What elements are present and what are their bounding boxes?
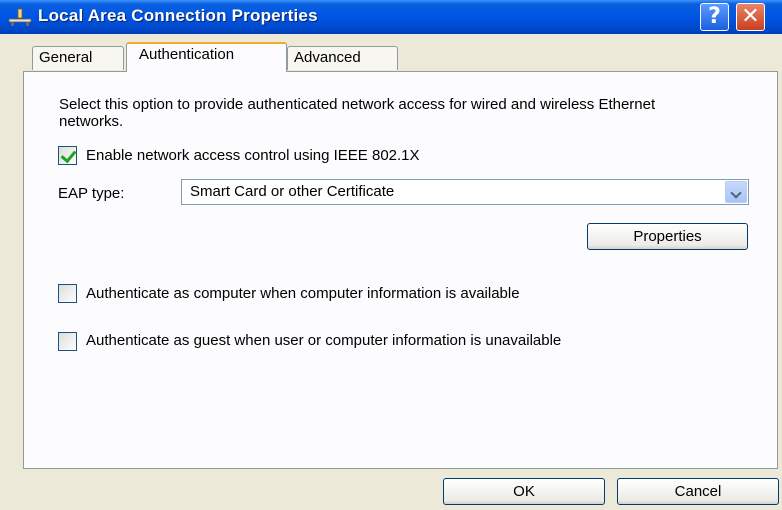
chevron-down-icon[interactable] <box>725 181 747 203</box>
ok-button[interactable]: OK <box>443 478 605 505</box>
properties-dialog: Local Area Connection Properties ? ✕ Gen… <box>0 0 782 510</box>
description-text: Select this option to provide authentica… <box>59 96 656 130</box>
auth-as-computer-checkbox[interactable] <box>58 284 77 303</box>
window-title: Local Area Connection Properties <box>38 6 318 25</box>
auth-as-computer-label: Authenticate as computer when computer i… <box>86 285 520 302</box>
title-bar[interactable]: Local Area Connection Properties ? ✕ <box>0 0 782 34</box>
enable-8021x-checkbox[interactable] <box>58 146 77 165</box>
eap-type-label: EAP type: <box>58 185 125 202</box>
cancel-button[interactable]: Cancel <box>617 478 779 505</box>
enable-8021x-label: Enable network access control using IEEE… <box>86 147 420 164</box>
auth-as-guest-label: Authenticate as guest when user or compu… <box>86 332 562 349</box>
network-connection-icon <box>8 8 32 26</box>
tab-advanced[interactable]: Advanced <box>287 46 398 70</box>
eap-type-select[interactable]: Smart Card or other Certificate <box>181 179 749 205</box>
auth-as-guest-checkbox[interactable] <box>58 332 77 351</box>
authentication-panel: Select this option to provide authentica… <box>23 71 778 469</box>
tab-strip: General Authentication Advanced <box>0 34 782 74</box>
properties-button[interactable]: Properties <box>587 223 748 250</box>
help-button[interactable]: ? <box>700 3 729 31</box>
tab-general[interactable]: General <box>32 46 124 70</box>
tab-authentication[interactable]: Authentication <box>126 42 287 72</box>
eap-type-value: Smart Card or other Certificate <box>190 183 395 200</box>
close-button[interactable]: ✕ <box>736 3 765 31</box>
